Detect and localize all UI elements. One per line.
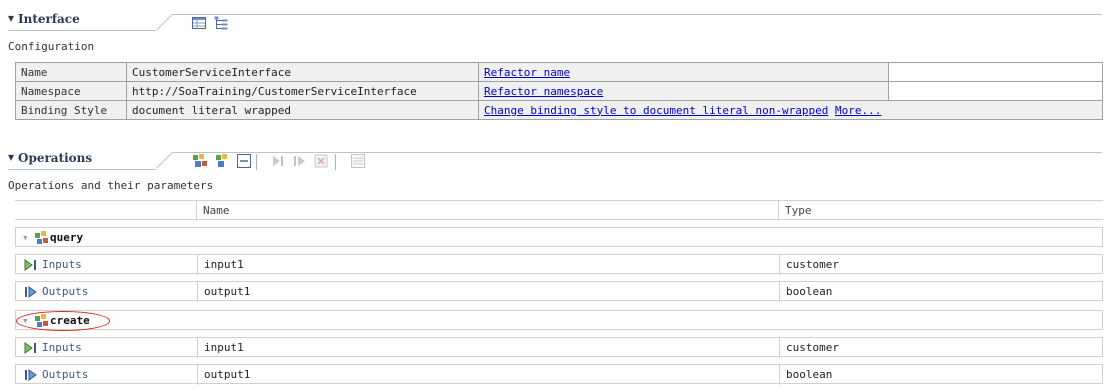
interface-header-rule [172,14,1102,15]
config-label: Namespace [15,81,127,101]
grid-header-row: Name Type [15,200,1103,221]
operations-header-underline [8,169,156,170]
config-empty [888,62,1103,82]
column-header-type[interactable]: Type [779,201,812,221]
table-view-icon[interactable] [191,15,207,31]
add-request-response-operation-icon[interactable] [191,152,207,168]
interface-toggle[interactable]: ▾ [8,11,14,25]
tree-view-icon[interactable] [213,15,229,31]
config-row-name: Name CustomerServiceInterface Refactor n… [15,62,1103,82]
parameter-type[interactable]: customer [780,338,839,358]
add-input-icon[interactable] [271,153,287,169]
interface-header-underline [8,30,156,31]
parameter-row-output[interactable]: Outputs output1 boolean [15,281,1103,302]
parameter-row-input[interactable]: Inputs input1 customer [15,337,1103,358]
refactor-name-link[interactable]: Refactor name [484,66,570,79]
add-output-icon[interactable] [292,153,308,169]
config-value: CustomerServiceInterface [126,62,479,82]
toolbar-separator [335,154,336,170]
parameter-kind: Inputs [42,341,82,354]
parameter-row-input[interactable]: Inputs input1 customer [15,254,1103,275]
interface-config-table: Name CustomerServiceInterface Refactor n… [15,62,1103,120]
config-label: Binding Style [15,100,127,120]
parameter-kind: Outputs [42,285,89,298]
config-label: Name [15,62,127,82]
parameter-name[interactable]: input1 [198,338,244,358]
parameter-type[interactable]: boolean [780,365,832,385]
config-links: Refactor name [478,62,889,82]
toolbar-separator [256,154,257,170]
add-one-way-operation-icon[interactable] [214,152,230,168]
refactor-namespace-link[interactable]: Refactor namespace [484,85,603,98]
collapse-all-icon[interactable] [236,153,252,169]
config-row-binding-style: Binding Style document literal wrapped C… [15,100,1103,120]
parameter-type[interactable]: boolean [780,282,832,302]
parameter-kind: Outputs [42,368,89,381]
config-value: http://SoaTraining/CustomerServiceInterf… [126,81,479,101]
parameter-name[interactable]: output1 [198,365,250,385]
operations-subtitle: Operations and their parameters [8,179,214,192]
operations-section-title[interactable]: Operations [18,151,92,165]
operations-header-rule [172,152,1102,153]
column-header-name[interactable]: Name [197,201,230,221]
parameter-name[interactable]: output1 [198,282,250,302]
operation-row-query[interactable]: ▾ query [15,227,1103,247]
highlight-ellipse [16,311,110,331]
parameter-row-output[interactable]: Outputs output1 boolean [15,364,1103,385]
config-row-namespace: Namespace http://SoaTraining/CustomerSer… [15,81,1103,101]
config-links: Change binding style to document literal… [478,100,1103,120]
operation-name[interactable]: query [48,228,83,248]
show-parameters-icon[interactable] [350,153,366,169]
parameter-type[interactable]: customer [780,255,839,275]
parameter-name[interactable]: input1 [198,255,244,275]
config-value: document literal wrapped [126,100,479,120]
add-fault-icon[interactable] [313,153,329,169]
interface-section: ▾ Interface Configuration Name CustomerS… [0,0,1105,140]
operations-toggle[interactable]: ▾ [8,150,14,164]
interface-subtitle: Configuration [8,40,95,53]
column-divider [196,201,197,221]
config-empty [888,81,1103,101]
column-divider [778,201,779,221]
operation-row-create[interactable]: ▾ create [15,310,1103,331]
parameter-kind: Inputs [42,258,82,271]
operation-toggle[interactable]: ▾ [18,228,29,248]
interface-header-slant [156,14,173,31]
more-link[interactable]: More... [835,104,881,117]
config-links: Refactor namespace [478,81,889,101]
interface-section-title[interactable]: Interface [18,12,80,26]
change-binding-style-link[interactable]: Change binding style to document literal… [484,104,828,117]
operations-header-slant [156,152,173,169]
